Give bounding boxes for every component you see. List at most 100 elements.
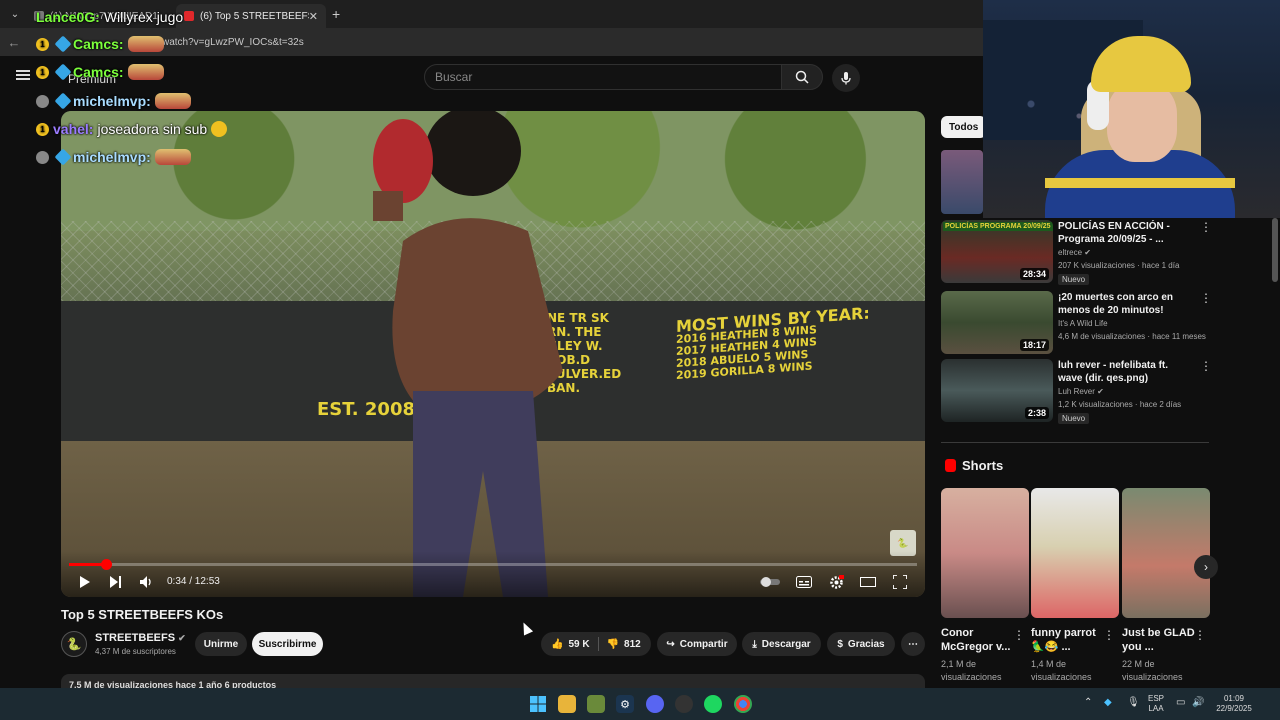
kebab-menu-icon[interactable]: ⋮ [1013,628,1025,642]
chat-message: Lance0G: Willyrex jugo [36,9,183,25]
tab-close-icon[interactable]: ✕ [309,10,318,23]
minecraft-icon[interactable] [587,695,605,713]
duration-badge: 2:38 [1024,407,1049,419]
recommendation-meta: 4,6 M de visualizaciones · hace 11 meses [1058,332,1206,341]
recommendation-thumbnail: 18:17 [941,291,1053,354]
tab-list-chevron-icon[interactable]: ⌄ [4,4,26,24]
discord-icon[interactable] [646,695,664,713]
menu-icon[interactable] [16,70,30,80]
chat-message: 1 vahel: joseadora sin sub [36,121,228,137]
like-dislike-group: 👍 59 K 👎 812 [541,632,651,656]
language-indicator[interactable]: ESP LAA [1148,694,1164,714]
search-button[interactable] [781,64,823,90]
tab-youtube-video[interactable]: (6) Top 5 STREETBEEFS KOs - Yo ✕ [176,4,326,28]
shorts-header: Shorts [945,458,1003,473]
thanks-icon: $ [837,638,843,650]
thumbs-up-icon: 👍 [551,638,564,650]
subtitles-icon[interactable] [795,573,813,591]
recommendation-item[interactable]: POLICÍAS PROGRAMA 20/09/25 28:34 POLICÍA… [941,220,1212,285]
tray-app-icon[interactable]: ◆ [1104,698,1112,708]
theater-mode-icon[interactable] [859,573,877,591]
channel-name[interactable]: STREETBEEFS ✔ [95,632,186,644]
recommendation-item[interactable]: 2:38 luh rever - nefelibata ft. wave (di… [941,359,1212,424]
spotify-icon[interactable] [704,695,722,713]
share-icon: ↪ [666,638,675,650]
video-player[interactable]: EST. 2008 NE TR SK RN. THE HLEY W. ROB.D… [61,111,925,597]
chat-user: Lance0G: [36,9,100,25]
recommendation-item[interactable]: 18:17 ¡20 muertes con arco en menos de 2… [941,291,1212,355]
thanks-label: Gracias [847,638,885,650]
chat-emote-icon [127,36,164,52]
new-tab-button[interactable]: + [332,6,340,22]
volume-icon[interactable] [139,573,155,591]
short-title[interactable]: Just be GLAD you ... [1122,626,1198,654]
back-arrow-icon[interactable]: ← [0,35,28,50]
recommendation-thumbnail-partial[interactable] [941,150,983,214]
page-scrollbar[interactable] [1272,218,1278,282]
chat-message: 1 Camcs: [36,35,164,53]
fullscreen-icon[interactable] [891,573,909,591]
chrome-icon[interactable] [734,695,752,713]
grey-badge-icon [36,150,49,164]
play-icon[interactable] [77,573,91,591]
short-thumbnail[interactable] [941,488,1029,618]
share-button[interactable]: ↪ Compartir [657,632,737,656]
short-title[interactable]: funny parrot 🦜😂 ... [1031,626,1107,654]
kebab-menu-icon[interactable]: ⋮ [1194,628,1206,642]
kebab-menu-icon[interactable]: ⋮ [1200,291,1212,305]
progress-bar[interactable] [69,559,917,570]
chat-emoji-icon [211,121,228,137]
shorts-next-arrow-icon[interactable]: › [1194,555,1218,579]
verified-check-icon: ✔ [178,633,186,643]
file-explorer-icon[interactable] [558,695,576,713]
progress-scrubber[interactable] [101,559,113,570]
network-icon[interactable]: ▭ [1176,698,1185,708]
kebab-menu-icon[interactable]: ⋮ [1200,359,1212,373]
download-button[interactable]: ⤓ Descargar [742,632,821,656]
kebab-menu-icon[interactable]: ⋮ [1200,220,1212,234]
voice-search-button[interactable] [832,64,860,92]
join-button[interactable]: Unirme [195,632,247,656]
recommendation-meta: 207 K visualizaciones · hace 1 día [1058,261,1180,270]
filter-chip-all[interactable]: Todos [941,116,987,138]
chat-text: Willyrex jugo [103,9,184,25]
autoplay-toggle-icon[interactable] [759,573,781,591]
short-title[interactable]: Conor McGregor v... [941,626,1017,654]
like-button[interactable]: 👍 59 K [551,639,590,650]
subscribe-button[interactable]: Suscribirme [252,632,323,656]
windows-start-icon[interactable] [529,695,547,713]
next-icon[interactable] [109,573,123,591]
volume-tray-icon[interactable]: 🔊 [1192,698,1204,708]
tray-mic-icon[interactable]: 🎙 [1127,698,1140,708]
thumbnail-caption: POLICÍAS PROGRAMA 20/09/25 [943,222,1053,231]
gem-badge-icon [54,148,72,166]
obs-icon[interactable] [675,695,693,713]
chat-user: michelmvp: [73,149,151,165]
search-placeholder: Buscar [435,70,473,84]
url-field[interactable]: watch?v=gLwzPW_IOCs&t=32s [162,37,304,48]
verified-check-icon: ✔ [1097,387,1104,396]
kebab-menu-icon[interactable]: ⋮ [1103,628,1115,642]
more-actions-button[interactable]: ⋯ [901,632,925,656]
verified-check-icon: ✔ [1084,248,1091,257]
microphone-icon [841,72,851,85]
thanks-button[interactable]: $ Gracias [827,632,895,656]
new-badge: Nuevo [1058,274,1090,285]
like-count: 59 K [568,638,590,650]
chat-user: Camcs: [73,64,124,80]
thumbs-down-icon: 👎 [606,638,620,650]
channel-avatar[interactable]: 🐍 [61,631,87,657]
new-badge: Nuevo [1058,413,1090,424]
short-thumbnail[interactable] [1031,488,1119,618]
tray-chevron-icon[interactable]: ⌃ [1084,698,1092,708]
short-thumbnail[interactable] [1122,488,1210,618]
search-input[interactable]: Buscar [424,64,782,90]
clock[interactable]: 01:09 22/9/2025 [1214,694,1254,714]
tab-youtube-label: (6) Top 5 STREETBEEFS KOs - Yo [200,10,309,22]
dislike-button[interactable]: 👎 812 [607,639,641,650]
settings-gear-icon[interactable] [827,573,845,591]
sub-badge-icon: 1 [36,65,49,79]
steam-icon[interactable]: ⚙ [616,695,634,713]
player-controls: 0:34 / 12:53 [61,551,925,597]
recommendation-title: POLICÍAS EN ACCIÓN - Programa 20/09/25 -… [1058,221,1170,245]
